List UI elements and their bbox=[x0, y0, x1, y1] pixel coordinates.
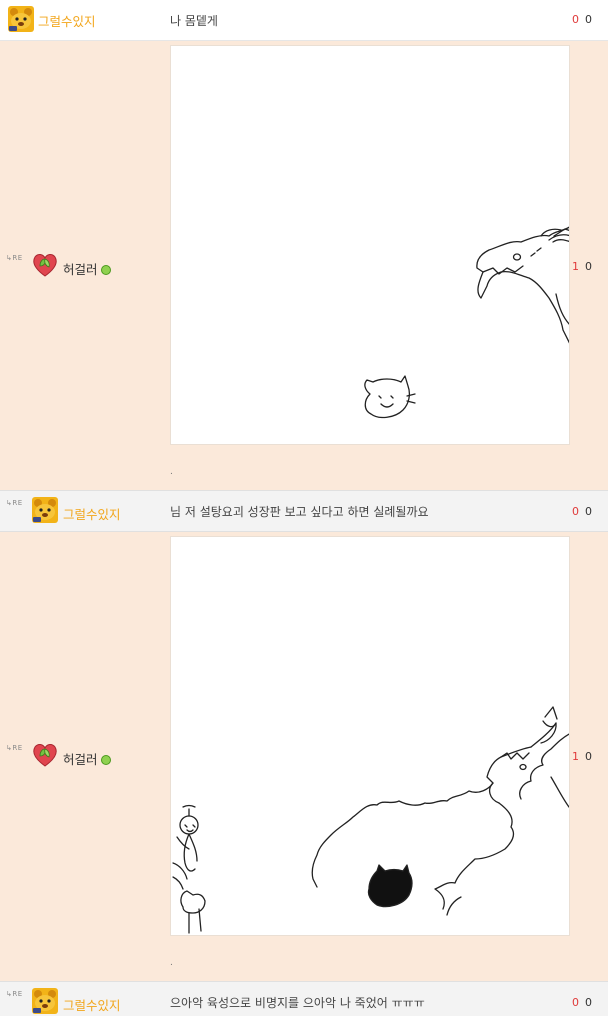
reply-indicator: ↳RE bbox=[6, 254, 23, 262]
nickname[interactable]: 허걸러 bbox=[63, 259, 111, 278]
nickname-column: ↳RE 허걸러 bbox=[0, 41, 165, 490]
reply-row: ↳RE 허걸러 1 0 . bbox=[0, 532, 608, 981]
reply-row: ↳RE 그럴수있지 으아악 육성으로 비명지를 으아악 나 죽었어 ㅠㅠㅠ 00 bbox=[0, 981, 608, 1016]
vote-counts: 00 bbox=[572, 996, 592, 1009]
downvote-count[interactable]: 0 bbox=[585, 750, 592, 763]
online-status-icon bbox=[100, 265, 111, 275]
nickname-column: ↳RE 그럴수있지 bbox=[0, 982, 165, 1016]
downvote-count[interactable]: 0 bbox=[585, 505, 592, 518]
heart-leaf-avatar-icon bbox=[33, 253, 57, 277]
nickname-column: ↳RE 그럴수있지 bbox=[0, 491, 165, 531]
yellow-bear-avatar-icon bbox=[8, 6, 34, 32]
reply-indicator: ↳RE bbox=[6, 744, 23, 752]
reply-indicator: ↳RE bbox=[6, 990, 23, 998]
yellow-bear-avatar-icon bbox=[32, 988, 58, 1014]
drawing-image[interactable] bbox=[170, 45, 570, 445]
nickname[interactable]: 그럴수있지 bbox=[38, 11, 96, 30]
vote-counts: 10 bbox=[572, 260, 592, 273]
nickname-column: ↳RE 허걸러 bbox=[0, 532, 165, 981]
drawing-image[interactable] bbox=[170, 536, 570, 936]
dragon-cat-sketch bbox=[364, 226, 569, 419]
heart-leaf-avatar-icon bbox=[33, 743, 57, 767]
upvote-count[interactable]: 0 bbox=[572, 996, 579, 1009]
vote-counts: 10 bbox=[572, 750, 592, 763]
downvote-count[interactable]: 0 bbox=[585, 996, 592, 1009]
nickname[interactable]: 그럴수있지 bbox=[63, 504, 121, 523]
nickname[interactable]: 그럴수있지 bbox=[63, 995, 121, 1014]
downvote-count[interactable]: 0 bbox=[585, 13, 592, 26]
comment-text: . bbox=[170, 467, 173, 477]
reply-row: ↳RE 그럴수있지 님 저 설탕요괴 성장판 보고 싶다고 하면 실례될까요 0… bbox=[0, 490, 608, 532]
downvote-count[interactable]: 0 bbox=[585, 260, 592, 273]
comment-text: 나 몸뎉게 bbox=[170, 14, 218, 28]
vote-counts: 00 bbox=[572, 13, 592, 26]
yellow-bear-avatar-icon bbox=[32, 497, 58, 523]
nickname-column: 그럴수있지 bbox=[0, 0, 165, 40]
reply-row: ↳RE 허걸러 10 . bbox=[0, 41, 608, 490]
upvote-count[interactable]: 1 bbox=[572, 260, 579, 273]
vote-counts: 00 bbox=[572, 505, 592, 518]
comment-text: . bbox=[170, 958, 173, 968]
online-status-icon bbox=[100, 755, 111, 765]
nickname[interactable]: 허걸러 bbox=[63, 749, 111, 768]
comment-row: 그럴수있지 나 몸뎉게 00 bbox=[0, 0, 608, 41]
comment-text: 님 저 설탕요괴 성장판 보고 싶다고 하면 실례될까요 bbox=[170, 505, 429, 519]
upvote-count[interactable]: 1 bbox=[572, 750, 579, 763]
comment-text: 으아악 육성으로 비명지를 으아악 나 죽었어 ㅠㅠㅠ bbox=[170, 996, 425, 1010]
upvote-count[interactable]: 0 bbox=[572, 505, 579, 518]
reply-indicator: ↳RE bbox=[6, 499, 23, 507]
upvote-count[interactable]: 0 bbox=[572, 13, 579, 26]
dragon-fire-cat-sketch bbox=[172, 706, 569, 934]
